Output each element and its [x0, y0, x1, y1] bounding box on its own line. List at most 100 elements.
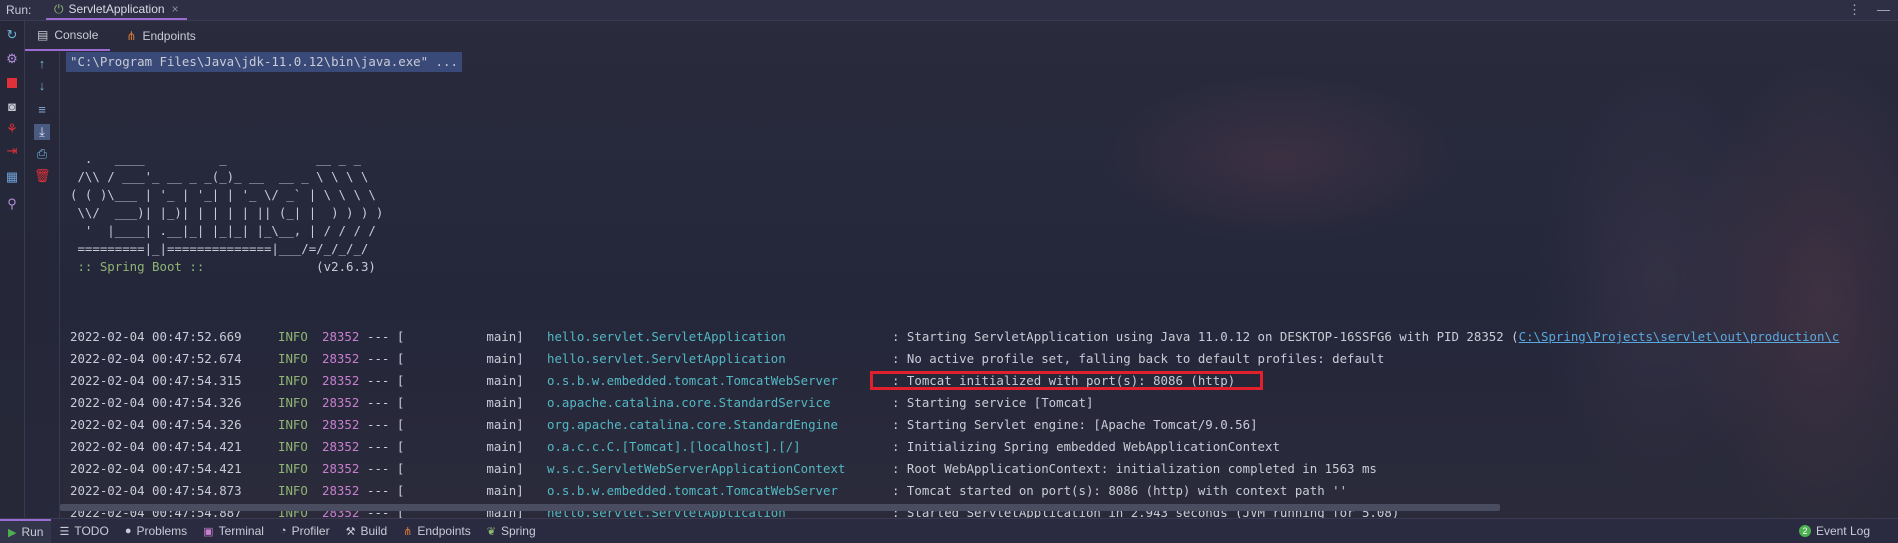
log-thread: --- [ main] [367, 417, 524, 432]
output-path-link[interactable]: C:\Spring\Projects\servlet\out\productio… [1519, 329, 1840, 344]
log-pid: 28352 [322, 461, 360, 476]
log-level: INFO [278, 395, 308, 410]
pin-icon[interactable]: ⚲ [4, 196, 20, 212]
log-row: 2022-02-04 00:47:54.315 INFO 28352 --- [ ma… [70, 370, 1839, 392]
log-logger: o.apache.catalina.core.StandardService [547, 395, 831, 410]
log-logger: hello.servlet.ServletApplication [547, 351, 786, 366]
log-timestamp: 2022-02-04 00:47:54.326 [70, 417, 242, 432]
log-logger: hello.servlet.ServletApplication [547, 329, 786, 344]
arrow-up-icon[interactable]: ↑ [34, 56, 50, 72]
tab-console[interactable]: ▤ Console [25, 21, 111, 51]
console-toolbar: ↑ ↓ ≡ ⤓ ⎙ 🗑 [25, 52, 60, 518]
bottom-tab-label: Run [21, 525, 44, 539]
log-message: : No active profile set, falling back to… [892, 351, 1385, 366]
highlight-box [870, 371, 1263, 390]
bottom-tab-todo[interactable]: ☰ TODO [51, 519, 116, 543]
tab-servlet-application[interactable]: ⏻ ServletApplication × [46, 0, 187, 20]
run-icon: ▶ [8, 526, 17, 539]
java-command-line: "C:\Program Files\Java\jdk-11.0.12\bin\j… [66, 52, 462, 72]
run-toolwindow-header: Run: ⏻ ServletApplication × ⋮ — [0, 0, 1898, 21]
camera-icon[interactable]: ◙ [4, 99, 20, 115]
log-row: 2022-02-04 00:47:54.873 INFO 28352 --- [ ma… [70, 480, 1839, 502]
log-message: : Initializing Spring embedded WebApplic… [892, 439, 1280, 454]
bottom-tab-profiler[interactable]: ◔ Profiler [272, 519, 338, 543]
bottom-tab-run[interactable]: ▶ Run [0, 519, 52, 543]
log-timestamp: 2022-02-04 00:47:54.326 [70, 395, 242, 410]
log-logger: o.s.b.w.embedded.tomcat.TomcatWebServer [547, 373, 838, 388]
run-toolbar-left: ↻ ⚙ ◙ ⚘ ⇥ ▦ ⚲ [0, 21, 25, 521]
log-row: 2022-02-04 00:47:52.669 INFO 28352 --- [ ma… [70, 326, 1839, 348]
log-row: 2022-02-04 00:47:54.326 INFO 28352 --- [ ma… [70, 414, 1839, 436]
log-logger: o.a.c.c.C.[Tomcat].[localhost].[/] [547, 439, 801, 454]
event-log-button[interactable]: 2 Event Log [1798, 519, 1870, 543]
banner-art: . ____ _ __ _ _ /\\ / ___'_ __ _ _(_)_ _… [70, 151, 384, 256]
log-timestamp: 2022-02-04 00:47:54.421 [70, 461, 242, 476]
log-level: INFO [278, 417, 308, 432]
log-pid: 28352 [322, 373, 360, 388]
more-options-icon[interactable]: ⋮ [1848, 0, 1861, 20]
horizontal-scrollbar[interactable] [60, 504, 1500, 511]
log-message: : Starting service [Tomcat] [892, 395, 1094, 410]
log-logger: w.s.c.ServletWebServerApplicationContext [547, 461, 846, 476]
stop-icon[interactable] [4, 75, 20, 91]
clear-trash-icon[interactable]: 🗑 [34, 168, 51, 184]
bottom-tab-terminal[interactable]: ▣ Terminal [195, 519, 272, 543]
print-icon[interactable]: ⎙ [34, 146, 50, 162]
exit-icon[interactable]: ⇥ [4, 143, 20, 159]
spring-boot-run-icon: ⏻ [54, 1, 64, 16]
log-thread: --- [ main] [367, 373, 524, 388]
bottom-tab-endpoints[interactable]: ⋔ Endpoints [395, 519, 479, 543]
spring-boot-version: (v2.6.3) [211, 259, 376, 274]
log-logger: org.apache.catalina.core.StandardEngine [547, 417, 838, 432]
log-row: 2022-02-04 00:47:54.421 INFO 28352 --- [ ma… [70, 458, 1839, 480]
scroll-to-end-icon[interactable]: ⤓ [34, 124, 50, 140]
bottom-tab-label: Endpoints [417, 524, 471, 538]
rerun-icon[interactable]: ↻ [4, 27, 20, 43]
soft-wrap-icon[interactable]: ≡ [34, 102, 50, 118]
tab-endpoints[interactable]: ⋔ Endpoints [114, 21, 207, 51]
arrow-down-icon[interactable]: ↓ [34, 78, 50, 94]
event-count-badge: 2 [1798, 525, 1811, 537]
log-thread: --- [ main] [367, 483, 524, 498]
console-output[interactable]: "C:\Program Files\Java\jdk-11.0.12\bin\j… [62, 52, 1877, 540]
close-icon[interactable]: × [172, 2, 179, 16]
bottom-tab-spring[interactable]: ❦ Spring [479, 519, 544, 543]
bottom-tab-label: Profiler [291, 524, 330, 538]
todo-icon: ☰ [59, 525, 70, 538]
log-pid: 28352 [322, 483, 360, 498]
log-message: : Root WebApplicationContext: initializa… [892, 461, 1377, 476]
bottom-tab-label: Spring [500, 524, 536, 538]
log-level: INFO [278, 461, 308, 476]
bottom-tab-label: Build [360, 524, 388, 538]
settings-gear-icon[interactable]: ⚙ [4, 51, 20, 67]
log-row: 2022-02-04 00:47:52.674 INFO 28352 --- [ ma… [70, 348, 1839, 370]
log-timestamp: 2022-02-04 00:47:52.674 [70, 351, 242, 366]
plugin-icon[interactable]: ⚘ [4, 121, 20, 137]
log-timestamp: 2022-02-04 00:47:54.421 [70, 439, 242, 454]
log-thread: --- [ main] [367, 439, 524, 454]
bottom-tab-build[interactable]: ⚒ Build [338, 519, 396, 543]
terminal-icon: ▣ [203, 525, 214, 538]
log-pid: 28352 [322, 395, 360, 410]
build-icon: ⚒ [345, 525, 356, 538]
tool-window-bar: ▶ Run ☰ TODO ● Problems ▣ Terminal ◔ Profiler… [0, 518, 1898, 543]
log-row: 2022-02-04 00:47:54.421 INFO 28352 --- [ ma… [70, 436, 1839, 458]
console-tabs: ▤ Console ⋔ Endpoints [25, 21, 1895, 51]
endpoints-icon: ⋔ [403, 525, 413, 538]
bottom-tab-label: Problems [136, 524, 188, 538]
log-pid: 28352 [322, 439, 360, 454]
tab-title: ServletApplication [68, 2, 165, 16]
bottom-tab-label: TODO [74, 524, 109, 538]
log-timestamp: 2022-02-04 00:47:54.873 [70, 483, 242, 498]
log-message: : Starting Servlet engine: [Apache Tomca… [892, 417, 1258, 432]
minimize-icon[interactable]: — [1877, 0, 1890, 20]
layout-icon[interactable]: ▦ [4, 169, 20, 185]
log-timestamp: 2022-02-04 00:47:54.315 [70, 373, 242, 388]
bottom-tab-problems[interactable]: ● Problems [117, 519, 195, 543]
log-message: : Tomcat started on port(s): 8086 (http)… [892, 483, 1348, 498]
log-pid: 28352 [322, 417, 360, 432]
spring-banner: . ____ _ __ _ _ /\\ / ___'_ __ _ _(_)_ _… [70, 150, 383, 276]
log-thread: --- [ main] [367, 461, 524, 476]
tab-console-label: Console [54, 28, 99, 42]
endpoints-icon: ⋔ [126, 29, 137, 43]
